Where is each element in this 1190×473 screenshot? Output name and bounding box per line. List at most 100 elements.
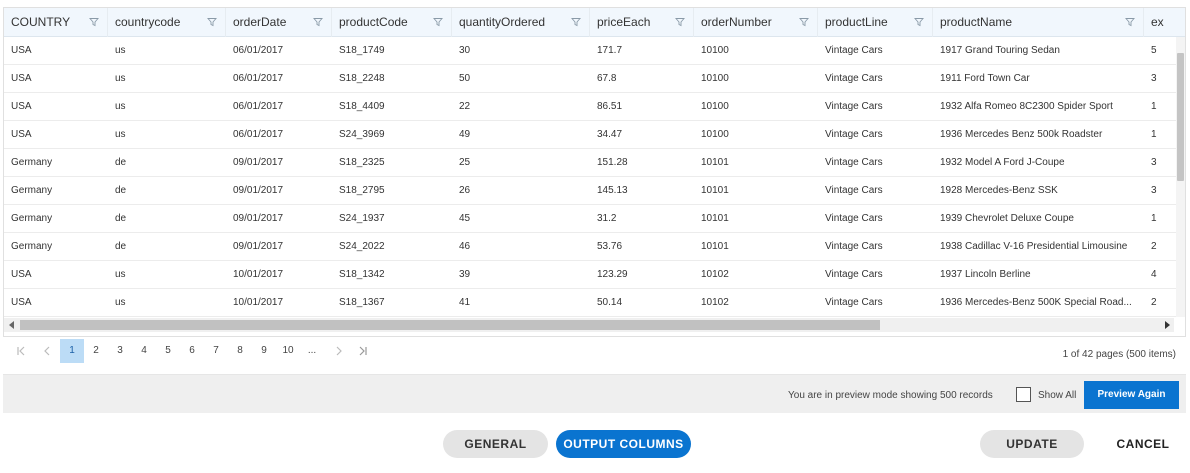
first-page-button[interactable] xyxy=(9,339,33,363)
table-cell: 34.47 xyxy=(597,129,623,140)
table-row[interactable]: USA us 06/01/2017 S18_1749 30 171.7 10100 Vinta… xyxy=(4,37,1182,65)
chevron-left-icon xyxy=(44,346,50,356)
table-cell: Germany xyxy=(11,213,53,224)
filter-icon[interactable] xyxy=(799,17,809,27)
table-cell: 50 xyxy=(459,73,471,84)
show-all-label[interactable]: Show All xyxy=(1038,390,1076,401)
table-cell: S18_4409 xyxy=(339,101,385,112)
column-header-label: countrycode xyxy=(115,15,181,29)
table-row[interactable]: Germany de 09/01/2017 S24_2022 46 53.76 10101 V… xyxy=(4,233,1182,261)
general-button[interactable]: GENERAL xyxy=(443,430,548,458)
last-page-button[interactable] xyxy=(351,339,375,363)
filter-icon[interactable] xyxy=(207,17,217,27)
scroll-left-icon[interactable] xyxy=(9,321,14,329)
table-cell: de xyxy=(115,213,127,224)
table-cell: us xyxy=(115,73,126,84)
table-cell: USA xyxy=(11,45,32,56)
page-number-button[interactable]: 4 xyxy=(132,339,156,363)
table-cell: Vintage Cars xyxy=(825,241,883,252)
table-cell: de xyxy=(115,185,127,196)
filter-icon[interactable] xyxy=(1125,17,1135,27)
scroll-right-icon[interactable] xyxy=(1165,321,1170,329)
column-header-label: quantityOrdered xyxy=(459,15,546,29)
column-header[interactable]: orderDate xyxy=(226,8,332,37)
table-row[interactable]: Germany de 09/01/2017 S18_2325 25 151.28 10101… xyxy=(4,149,1182,177)
table-cell: 06/01/2017 xyxy=(233,45,284,56)
table-cell: 50.14 xyxy=(597,297,623,308)
filter-icon[interactable] xyxy=(914,17,924,27)
filter-icon[interactable] xyxy=(433,17,443,27)
page-number-button[interactable]: 2 xyxy=(84,339,108,363)
table-cell: 30 xyxy=(459,45,471,56)
page-number-button[interactable]: 10 xyxy=(276,339,300,363)
cancel-button[interactable]: CANCEL xyxy=(1110,430,1176,458)
table-cell: Vintage Cars xyxy=(825,297,883,308)
table-row[interactable]: USA us 10/01/2017 S18_1367 41 50.14 10102 Vinta… xyxy=(4,289,1182,317)
filter-icon[interactable] xyxy=(89,17,99,27)
page-number-button[interactable]: 3 xyxy=(108,339,132,363)
table-cell: 1911 Ford Town Car xyxy=(940,73,1030,84)
table-cell: 10102 xyxy=(701,297,729,308)
table-cell: 06/01/2017 xyxy=(233,101,284,112)
page-number-button[interactable]: 5 xyxy=(156,339,180,363)
column-header[interactable]: countrycode xyxy=(108,8,226,37)
table-cell: 39 xyxy=(459,269,471,280)
column-header[interactable]: quantityOrdered xyxy=(452,8,590,37)
preview-again-button[interactable]: Preview Again xyxy=(1084,381,1179,409)
show-all-checkbox[interactable] xyxy=(1016,387,1031,402)
last-page-icon xyxy=(359,346,367,356)
table-cell: 53.76 xyxy=(597,241,623,252)
page-ellipsis[interactable]: ... xyxy=(300,339,324,363)
chevron-right-icon xyxy=(336,346,342,356)
column-header[interactable]: productLine xyxy=(818,8,933,37)
column-header-label: COUNTRY xyxy=(11,15,71,29)
vertical-scroll-thumb[interactable] xyxy=(1177,53,1184,181)
table-row[interactable]: USA us 06/01/2017 S18_2248 50 67.8 10100 Vintag… xyxy=(4,65,1182,93)
table-cell: S18_2325 xyxy=(339,157,385,168)
column-header-label: productLine xyxy=(825,15,888,29)
filter-icon[interactable] xyxy=(571,17,581,27)
table-cell: USA xyxy=(11,129,32,140)
preview-mode-text: You are in preview mode showing 500 reco… xyxy=(788,390,993,401)
page-number-button[interactable]: 8 xyxy=(228,339,252,363)
page-number-button[interactable]: 7 xyxy=(204,339,228,363)
pagination: 1 2 3 4 5 6 7 8 9 10... 1 of 42 pages (500 items) xyxy=(3,337,1186,375)
table-cell: 1928 Mercedes-Benz SSK xyxy=(940,185,1058,196)
horizontal-scrollbar[interactable] xyxy=(4,318,1174,332)
column-header[interactable]: COUNTRY xyxy=(4,8,108,37)
table-cell: S18_2248 xyxy=(339,73,385,84)
output-columns-button[interactable]: OUTPUT COLUMNS xyxy=(556,430,691,458)
page-number-button[interactable]: 1 xyxy=(60,339,84,363)
column-header[interactable]: productCode xyxy=(332,8,452,37)
table-cell: 10/01/2017 xyxy=(233,297,284,308)
table-cell: 46 xyxy=(459,241,471,252)
vertical-scrollbar[interactable] xyxy=(1176,37,1185,317)
grid-body: USA us 06/01/2017 S18_1749 30 171.7 10100 Vinta… xyxy=(4,37,1182,317)
table-cell: us xyxy=(115,297,126,308)
column-header[interactable]: ex xyxy=(1144,8,1185,37)
table-cell: Vintage Cars xyxy=(825,73,883,84)
column-header[interactable]: productName xyxy=(933,8,1144,37)
table-cell: Vintage Cars xyxy=(825,213,883,224)
table-cell: 151.28 xyxy=(597,157,628,168)
next-page-button[interactable] xyxy=(327,339,351,363)
filter-icon[interactable] xyxy=(313,17,323,27)
table-row[interactable]: Germany de 09/01/2017 S18_2795 26 145.13 10101… xyxy=(4,177,1182,205)
table-cell: 1939 Chevrolet Deluxe Coupe xyxy=(940,213,1074,224)
page-number-button[interactable]: 9 xyxy=(252,339,276,363)
filter-icon[interactable] xyxy=(675,17,685,27)
column-header[interactable]: priceEach xyxy=(590,8,694,37)
prev-page-button[interactable] xyxy=(35,339,59,363)
column-header[interactable]: orderNumber xyxy=(694,8,818,37)
table-cell: 86.51 xyxy=(597,101,623,112)
page-number-button[interactable]: 6 xyxy=(180,339,204,363)
table-cell: Vintage Cars xyxy=(825,157,883,168)
table-row[interactable]: Germany de 09/01/2017 S24_1937 45 31.2 10101 Vi… xyxy=(4,205,1182,233)
table-row[interactable]: USA us 06/01/2017 S18_4409 22 86.51 10100 Vinta… xyxy=(4,93,1182,121)
table-cell: S18_1367 xyxy=(339,297,385,308)
table-row[interactable]: USA us 10/01/2017 S18_1342 39 123.29 10102 Vint… xyxy=(4,261,1182,289)
horizontal-scroll-thumb[interactable] xyxy=(20,320,880,330)
table-cell: 10101 xyxy=(701,241,729,252)
table-row[interactable]: USA us 06/01/2017 S24_3969 49 34.47 10100 Vinta… xyxy=(4,121,1182,149)
update-button[interactable]: UPDATE xyxy=(980,430,1084,458)
